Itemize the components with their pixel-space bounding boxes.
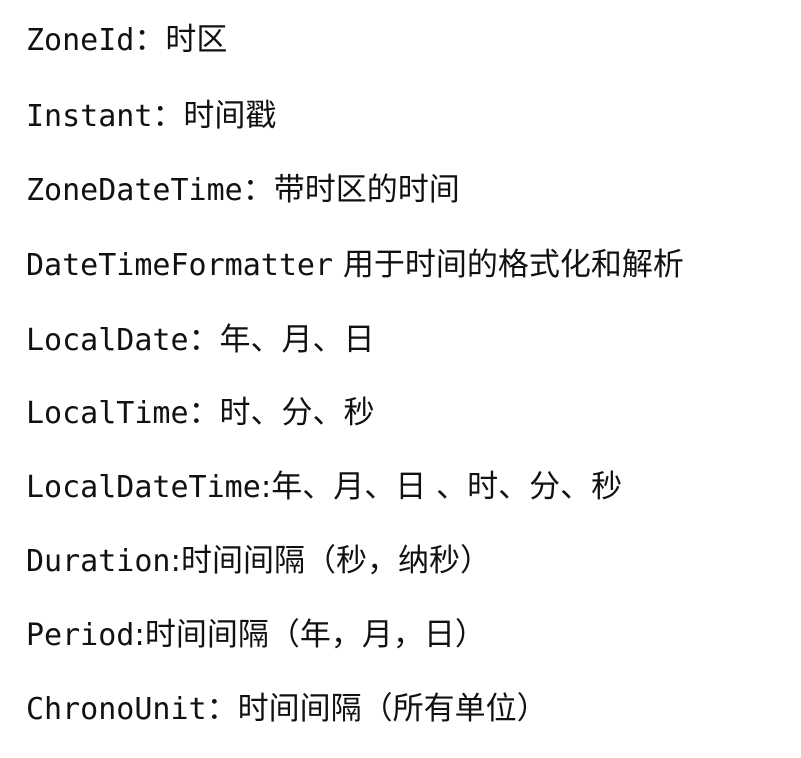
line-zoneid: ZoneId：时区 bbox=[26, 20, 227, 61]
line-localdate: LocalDate：年、月、日 bbox=[26, 320, 375, 361]
line-duration: Duration:时间间隔（秒，纳秒） bbox=[26, 541, 491, 582]
line-datetimeformatter: DateTimeFormatter 用于时间的格式化和解析 bbox=[26, 245, 684, 286]
desc-chronounit: ：时间间隔（所有单位） bbox=[206, 691, 548, 727]
line-localdatetime: LocalDateTime:年、月、日 、时、分、秒 bbox=[26, 467, 622, 508]
term-duration: Duration bbox=[26, 544, 171, 579]
line-period: Period:时间间隔（年，月，日） bbox=[26, 615, 486, 656]
line-chronounit: ChronoUnit：时间间隔（所有单位） bbox=[26, 689, 548, 730]
line-instant: Instant：时间戳 bbox=[26, 96, 276, 137]
term-chronounit: ChronoUnit bbox=[26, 692, 207, 727]
term-period: Period bbox=[26, 618, 135, 653]
desc-localdatetime: :年、月、日 、时、分、秒 bbox=[260, 469, 623, 505]
desc-localtime: ：时、分、秒 bbox=[188, 395, 375, 431]
term-localtime: LocalTime bbox=[26, 396, 189, 431]
desc-zoneid: ：时区 bbox=[134, 22, 228, 58]
desc-period: :时间间隔（年，月，日） bbox=[134, 617, 486, 653]
line-localtime: LocalTime：时、分、秒 bbox=[26, 393, 375, 434]
desc-zonedatetime: ：带时区的时间 bbox=[242, 172, 460, 208]
term-localdatetime: LocalDateTime bbox=[26, 470, 261, 505]
term-zonedatetime: ZoneDateTime bbox=[26, 173, 243, 208]
term-localdate: LocalDate bbox=[26, 323, 189, 358]
term-zoneid: ZoneId bbox=[26, 23, 135, 58]
line-zonedatetime: ZoneDateTime：带时区的时间 bbox=[26, 170, 460, 211]
desc-instant: ：时间戳 bbox=[152, 98, 277, 134]
term-datetimeformatter: DateTimeFormatter bbox=[26, 248, 334, 283]
term-instant: Instant bbox=[26, 99, 153, 134]
desc-localdate: ：年、月、日 bbox=[188, 322, 375, 358]
desc-datetimeformatter: 用于时间的格式化和解析 bbox=[333, 247, 684, 283]
desc-duration: :时间间隔（秒，纳秒） bbox=[170, 543, 491, 579]
